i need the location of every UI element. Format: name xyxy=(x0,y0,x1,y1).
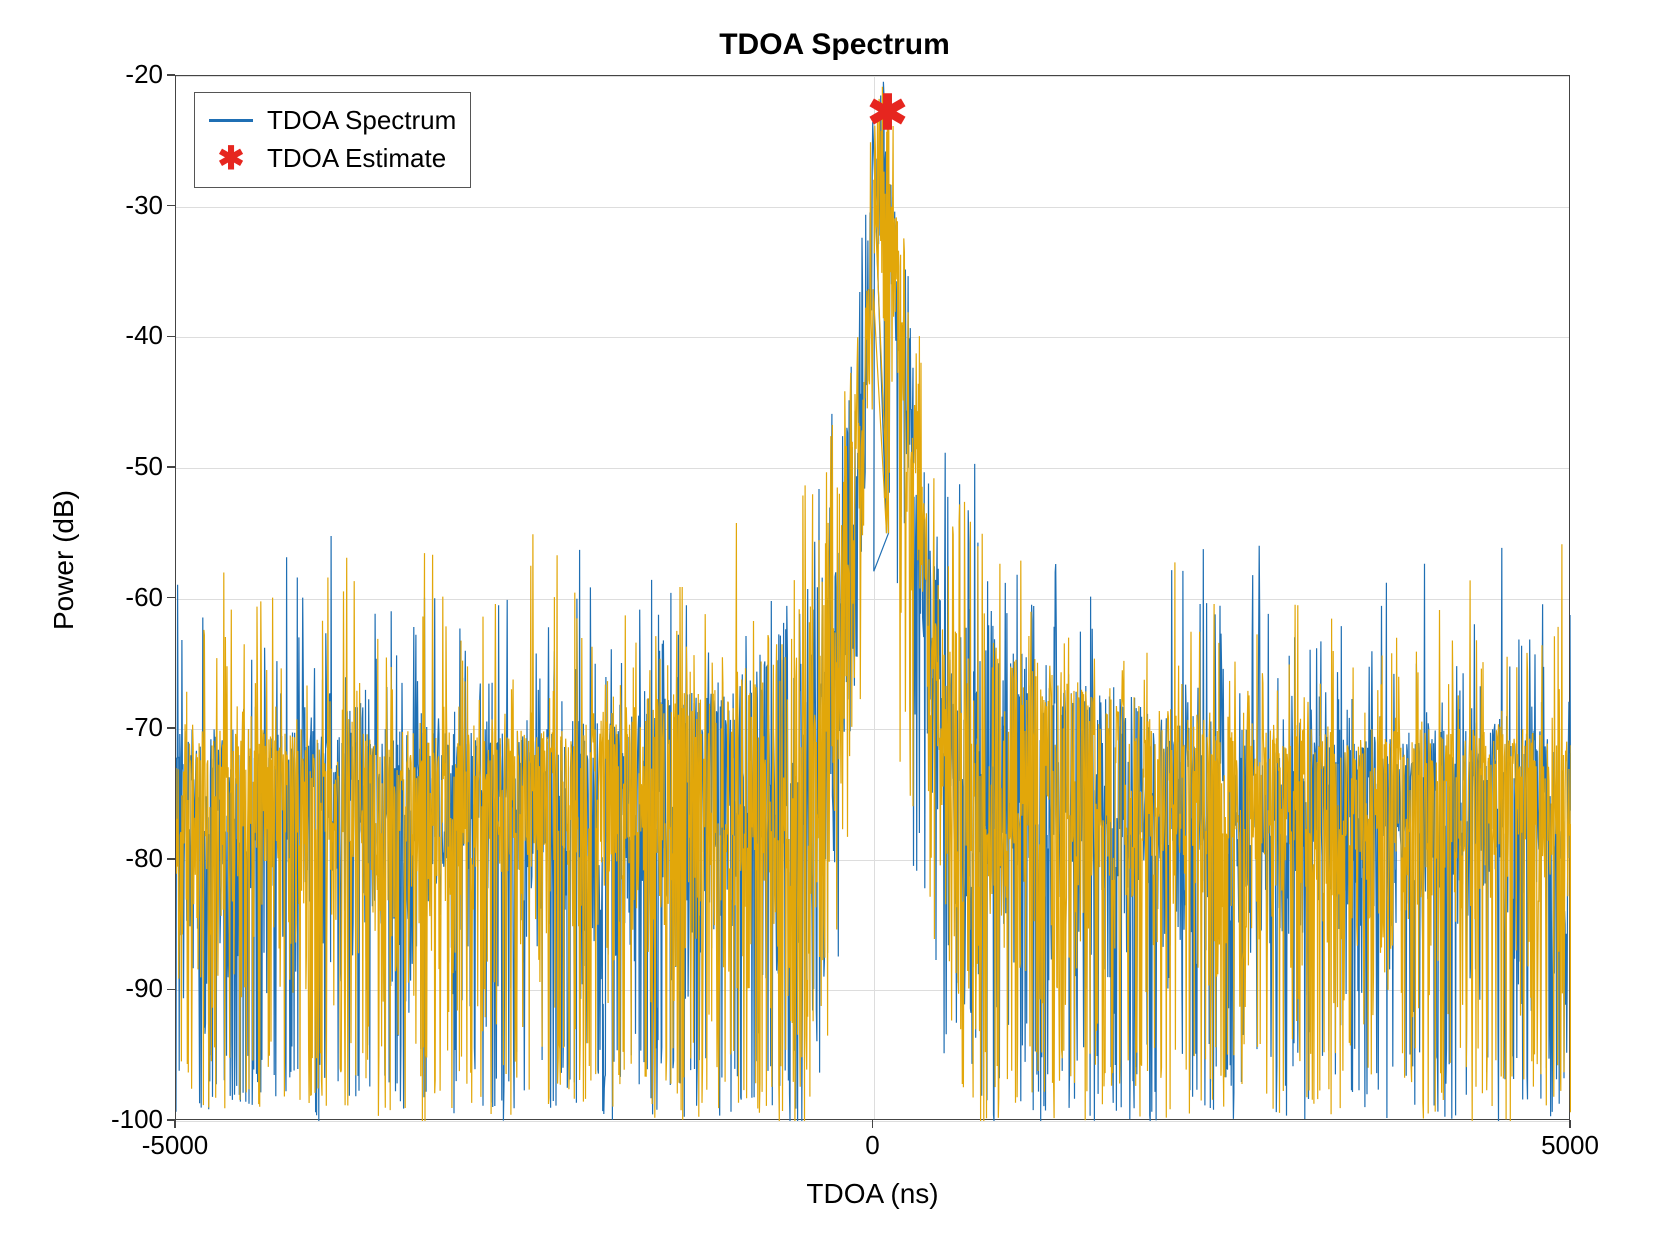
y-tick-label: -50 xyxy=(85,451,163,482)
legend-line-icon xyxy=(209,119,253,122)
y-tick-mark xyxy=(167,858,175,860)
y-tick-label: -70 xyxy=(85,712,163,743)
y-tick-mark xyxy=(167,205,175,207)
legend-entry-estimate: ✱ TDOA Estimate xyxy=(209,139,456,177)
y-tick-mark xyxy=(167,989,175,991)
y-tick-label: -80 xyxy=(85,843,163,874)
legend-star-icon: ✱ xyxy=(209,148,253,168)
plot-canvas xyxy=(176,76,1571,1121)
y-tick-label: -90 xyxy=(85,973,163,1004)
legend-label: TDOA Estimate xyxy=(267,143,446,174)
y-tick-label: -40 xyxy=(85,320,163,351)
x-tick-label: 0 xyxy=(813,1130,933,1161)
legend: TDOA Spectrum ✱ TDOA Estimate xyxy=(194,92,471,188)
x-tick-label: 5000 xyxy=(1510,1130,1630,1161)
legend-entry-spectrum: TDOA Spectrum xyxy=(209,101,456,139)
y-tick-mark xyxy=(167,597,175,599)
x-tick-mark xyxy=(1569,1120,1571,1128)
x-axis-label: TDOA (ns) xyxy=(175,1178,1570,1210)
y-axis-label: Power (dB) xyxy=(48,360,80,760)
x-tick-label: -5000 xyxy=(115,1130,235,1161)
y-tick-mark xyxy=(167,466,175,468)
y-tick-mark xyxy=(167,74,175,76)
x-tick-mark xyxy=(872,1120,874,1128)
y-tick-label: -60 xyxy=(85,582,163,613)
axes-area: ✱ TDOA Spectrum ✱ TDOA Estimate xyxy=(175,75,1570,1120)
legend-label: TDOA Spectrum xyxy=(267,105,456,136)
y-tick-mark xyxy=(167,336,175,338)
chart-title: TDOA Spectrum xyxy=(0,28,1669,62)
y-tick-label: -20 xyxy=(85,59,163,90)
y-tick-mark xyxy=(167,727,175,729)
x-tick-mark xyxy=(174,1120,176,1128)
figure: TDOA Spectrum Power (dB) TDOA (ns) ✱ TDO… xyxy=(0,0,1669,1252)
y-tick-label: -30 xyxy=(85,190,163,221)
